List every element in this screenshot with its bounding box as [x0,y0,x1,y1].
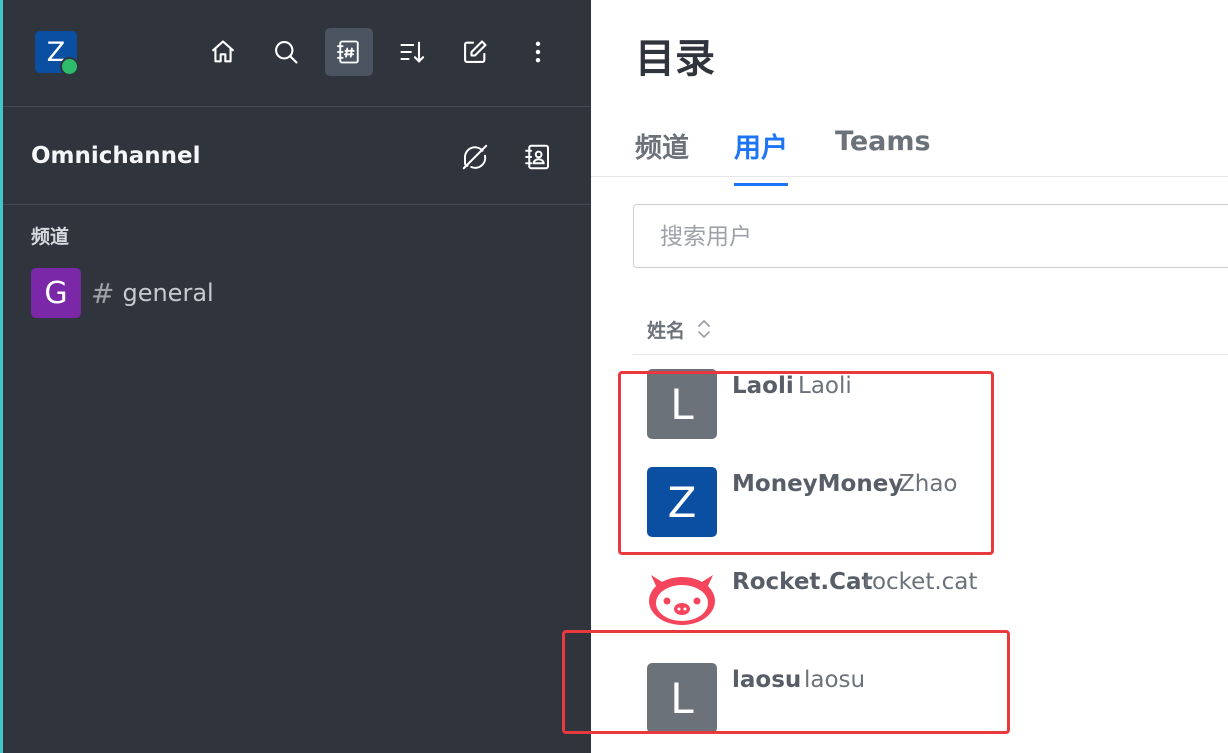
channel-avatar-initial: G [44,275,68,311]
sidebar-item-general[interactable]: G # general [31,268,571,318]
sidebar-header: Z [3,0,591,107]
channels-section-label: 频道 [31,226,70,248]
omnichannel-section: Omnichannel [3,107,591,205]
tab-teams[interactable]: Teams [835,126,931,175]
sidebar: Z Omnichannel 频道 G # general [3,0,591,753]
annotation-highlight-box [618,371,994,555]
omnichannel-title: Omnichannel [31,143,201,169]
hashtag-icon: # [91,276,115,310]
create-new-icon [464,40,487,63]
column-header-name[interactable]: 姓名 [647,316,685,343]
online-status-indicator [60,57,79,76]
agent-offline-icon [462,144,488,170]
sort-icon [400,41,425,63]
home-button[interactable] [199,28,247,76]
channel-avatar: G [31,268,81,318]
sort-chevrons-icon[interactable] [695,318,713,340]
search-icon [275,41,298,64]
agent-status-toggle[interactable] [457,139,493,175]
kebab-menu-icon [535,41,541,63]
search-input[interactable] [634,205,1222,269]
directory-tabs: 频道 用户 Teams [591,110,1228,186]
table-row[interactable]: Rocket.Cat rocket.cat [647,565,1207,635]
annotation-highlight-box [562,630,1010,734]
create-new-button[interactable] [451,28,499,76]
tab-users[interactable]: 用户 [734,126,788,186]
contact-center-icon [525,144,549,170]
search-button[interactable] [262,28,310,76]
contact-center-button[interactable] [520,139,556,175]
channel-name: general [122,279,214,307]
tab-channels[interactable]: 频道 [635,126,689,183]
user-display-name: Rocket.Cat [732,569,873,595]
rocket-cat-avatar-icon [649,575,715,625]
directory-button[interactable] [325,28,373,76]
directory-icon [336,40,359,64]
page-title: 目录 [635,36,715,82]
home-icon [211,40,235,63]
sort-button[interactable] [388,28,436,76]
user-username: rocket.cat [863,569,978,595]
more-options-button[interactable] [514,28,562,76]
user-avatar [647,565,717,635]
table-column-header[interactable]: 姓名 [633,302,1228,355]
search-field[interactable] [633,204,1228,269]
